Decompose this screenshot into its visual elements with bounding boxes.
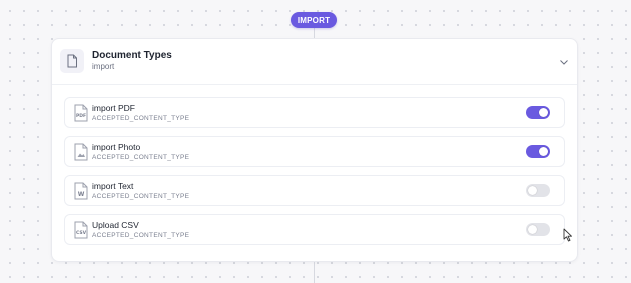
toggle-knob: [539, 108, 548, 117]
image-file-icon: [73, 143, 89, 161]
document-type-item-csv[interactable]: CSV Upload CSV ACCEPTED_CONTENT_TYPE: [64, 214, 565, 245]
word-file-icon: W: [73, 182, 89, 200]
connector-line-bottom: [314, 262, 315, 283]
toggle-knob: [539, 147, 548, 156]
import-node-pill[interactable]: IMPORT: [291, 12, 337, 28]
pdf-file-icon: PDF: [73, 104, 89, 122]
csv-badge: CSV: [76, 230, 87, 236]
document-icon: [60, 49, 84, 73]
document-type-item-pdf[interactable]: PDF import PDF ACCEPTED_CONTENT_TYPE: [64, 97, 565, 128]
document-type-item-photo[interactable]: import Photo ACCEPTED_CONTENT_TYPE: [64, 136, 565, 167]
toggle-knob: [528, 186, 537, 195]
chevron-down-icon[interactable]: [557, 55, 571, 69]
item-title: import Photo: [92, 142, 141, 152]
document-type-item-text[interactable]: W import Text ACCEPTED_CONTENT_TYPE: [64, 175, 565, 206]
toggle-import-text[interactable]: [526, 184, 550, 197]
panel-subtitle: import: [92, 62, 115, 71]
item-title: Upload CSV: [92, 220, 139, 230]
document-types-panel: Document Types import PDF import PDF ACC…: [51, 38, 578, 262]
toggle-import-pdf[interactable]: [526, 106, 550, 119]
toggle-import-photo[interactable]: [526, 145, 550, 158]
word-badge: W: [78, 191, 85, 198]
item-subtitle: ACCEPTED_CONTENT_TYPE: [92, 154, 190, 161]
panel-title: Document Types: [92, 50, 172, 61]
item-subtitle: ACCEPTED_CONTENT_TYPE: [92, 115, 190, 122]
pdf-badge: PDF: [76, 113, 86, 119]
csv-file-icon: CSV: [73, 221, 89, 239]
toggle-knob: [528, 225, 537, 234]
item-subtitle: ACCEPTED_CONTENT_TYPE: [92, 193, 190, 200]
toggle-upload-csv[interactable]: [526, 223, 550, 236]
panel-header[interactable]: Document Types import: [52, 39, 577, 85]
item-subtitle: ACCEPTED_CONTENT_TYPE: [92, 232, 190, 239]
mouse-pointer-icon: [563, 228, 573, 242]
item-title: import Text: [92, 181, 134, 191]
item-title: import PDF: [92, 103, 135, 113]
